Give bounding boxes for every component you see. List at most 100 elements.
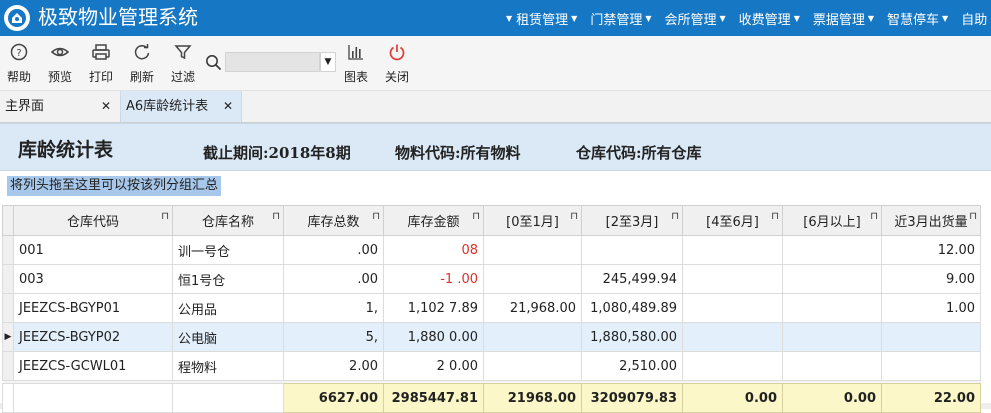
pin-icon[interactable]: ⊓ bbox=[472, 211, 480, 222]
cell-stock-qty: 5, bbox=[283, 322, 384, 352]
pin-icon[interactable]: ⊓ bbox=[969, 211, 977, 222]
pin-icon[interactable]: ⊓ bbox=[870, 211, 878, 222]
cell-age-2-3: 245,499.94 bbox=[581, 264, 683, 294]
chevron-down-icon: ▼ bbox=[571, 13, 578, 23]
cell-age-4-6 bbox=[682, 351, 783, 381]
table-row[interactable]: JEEZCS-BGYP01 公用品 1, 1,102 7.89 21,968.0… bbox=[2, 293, 981, 323]
totals-row: 6627.00 2985447.81 21968.00 3209079.83 0… bbox=[2, 383, 981, 413]
close-icon[interactable]: ✕ bbox=[101, 91, 111, 122]
nav-lease[interactable]: ▼ 租赁管理 ▼ bbox=[506, 9, 581, 28]
cell-age-6-plus bbox=[782, 235, 882, 265]
total-age-6-plus: 0.00 bbox=[782, 383, 882, 413]
report-material: 物料代码:所有物料 bbox=[395, 144, 521, 162]
cell-stock-qty: .00 bbox=[283, 235, 384, 265]
total-shipped-3m: 22.00 bbox=[881, 383, 981, 413]
cell-age-4-6 bbox=[682, 235, 783, 265]
pin-icon[interactable]: ⊓ bbox=[161, 211, 169, 222]
total-stock-qty: 6627.00 bbox=[283, 383, 384, 413]
cell-age-0-1 bbox=[483, 235, 582, 265]
report-period: 截止期间:2018年8期 bbox=[203, 144, 351, 162]
nav-access[interactable]: 门禁管理 ▼ bbox=[590, 9, 655, 28]
cell-age-0-1 bbox=[483, 322, 582, 352]
cell-stock-amount: 08 bbox=[383, 235, 484, 265]
caret-icon: ▼ bbox=[506, 13, 513, 23]
table-row[interactable]: 003 恒1号仓 .00 -1 .00 245,499.94 9.00 bbox=[2, 264, 981, 294]
close-icon[interactable]: ✕ bbox=[223, 91, 233, 122]
cell-age-6-plus bbox=[782, 264, 882, 294]
cell-stock-amount: -1 .00 bbox=[383, 264, 484, 294]
cell-age-6-plus bbox=[782, 351, 882, 381]
table-row-selected[interactable]: ▶ JEEZCS-BGYP02 公电脑 5, 1,880 0.00 1,880,… bbox=[2, 322, 981, 352]
cell-age-2-3: 1,880,580.00 bbox=[581, 322, 683, 352]
cell-warehouse-code: 003 bbox=[13, 264, 173, 294]
svg-text:?: ? bbox=[16, 48, 21, 59]
column-header[interactable]: [6月以上] ⊓ bbox=[782, 205, 882, 236]
cell-warehouse-code: 001 bbox=[13, 235, 173, 265]
total-age-2-3: 3209079.83 bbox=[581, 383, 683, 413]
tab-home[interactable]: 主界面 ✕ bbox=[0, 91, 120, 122]
cell-stock-qty: 2.00 bbox=[283, 351, 384, 381]
chart-button[interactable]: 图表 bbox=[338, 42, 374, 85]
cell-shipped-3m bbox=[881, 351, 981, 381]
cell-warehouse-name: 公用品 bbox=[172, 293, 284, 323]
pin-icon[interactable]: ⊓ bbox=[771, 211, 779, 222]
refresh-icon bbox=[134, 44, 150, 60]
print-button[interactable]: 打印 bbox=[83, 42, 119, 85]
pin-icon[interactable]: ⊓ bbox=[671, 211, 679, 222]
column-header[interactable]: 仓库名称 ⊓ bbox=[172, 205, 284, 236]
group-by-area[interactable]: 将列头拖至这里可以按该列分组汇总 bbox=[0, 171, 991, 201]
cell-stock-amount: 2 0.00 bbox=[383, 351, 484, 381]
tab-bar: 主界面 ✕ A6库龄统计表 ✕ bbox=[0, 91, 991, 123]
chevron-down-icon: ▼ bbox=[645, 13, 652, 23]
row-indicator bbox=[2, 235, 14, 265]
help-button[interactable]: ? 帮助 bbox=[1, 42, 37, 85]
column-header[interactable]: 近3月出货量 ⊓ bbox=[881, 205, 981, 236]
pin-icon[interactable]: ⊓ bbox=[372, 211, 380, 222]
app-header: 极致物业管理系统 ▼ 租赁管理 ▼ 门禁管理 ▼ 会所管理 ▼ 收费管理 ▼ 票据管理 ▼ … bbox=[0, 0, 991, 36]
nav-parking[interactable]: 智慧停车 ▼ bbox=[887, 9, 952, 28]
nav-invoices[interactable]: 票据管理 ▼ bbox=[813, 9, 878, 28]
tab-stock-age-report[interactable]: A6库龄统计表 ✕ bbox=[120, 91, 242, 122]
column-header[interactable]: 仓库代码 ⊓ bbox=[13, 205, 173, 236]
report-title: 库龄统计表 bbox=[18, 139, 114, 161]
cell-warehouse-name: 恒1号仓 bbox=[172, 264, 284, 294]
cell-shipped-3m: 12.00 bbox=[881, 235, 981, 265]
search-dropdown-button[interactable]: ▼ bbox=[320, 52, 336, 72]
filter-button[interactable]: 过滤 bbox=[165, 42, 201, 85]
printer-icon bbox=[92, 44, 110, 60]
cell-age-0-1 bbox=[483, 264, 582, 294]
grid-header-row: 仓库代码 ⊓ 仓库名称 ⊓ 库存总数 ⊓ 库存金额 ⊓ [0至1月] ⊓ [2至3月] ⊓ … bbox=[2, 205, 981, 236]
row-indicator-header bbox=[2, 205, 14, 236]
preview-button[interactable]: 预览 bbox=[42, 42, 78, 85]
cell-age-6-plus bbox=[782, 322, 882, 352]
table-row[interactable]: JEEZCS-GCWL01 程物料 2.00 2 0.00 2,510.00 bbox=[2, 351, 981, 381]
cell-age-2-3 bbox=[581, 235, 683, 265]
cell-shipped-3m bbox=[881, 322, 981, 352]
total-stock-amount: 2985447.81 bbox=[383, 383, 484, 413]
cell-warehouse-code: JEEZCS-BGYP01 bbox=[13, 293, 173, 323]
nav-self-service[interactable]: 自助 bbox=[961, 9, 987, 28]
nav-charges[interactable]: 收费管理 ▼ bbox=[739, 9, 804, 28]
refresh-button[interactable]: 刷新 bbox=[124, 42, 160, 85]
nav-club[interactable]: 会所管理 ▼ bbox=[665, 9, 730, 28]
column-header[interactable]: 库存总数 ⊓ bbox=[283, 205, 384, 236]
pin-icon[interactable]: ⊓ bbox=[272, 211, 280, 222]
row-indicator bbox=[2, 293, 14, 323]
column-header[interactable]: 库存金额 ⊓ bbox=[383, 205, 484, 236]
close-button[interactable]: 关闭 bbox=[379, 42, 415, 85]
cell-warehouse-code: JEEZCS-GCWL01 bbox=[13, 351, 173, 381]
pin-icon[interactable]: ⊓ bbox=[570, 211, 578, 222]
report-header: 库龄统计表 截止期间:2018年8期 物料代码:所有物料 仓库代码:所有仓库 bbox=[0, 123, 991, 171]
search-input[interactable] bbox=[225, 52, 320, 72]
row-pointer-icon: ▶ bbox=[2, 322, 14, 352]
column-header[interactable]: [2至3月] ⊓ bbox=[581, 205, 683, 236]
cell-age-2-3: 2,510.00 bbox=[581, 351, 683, 381]
cell-stock-amount: 1,102 7.89 bbox=[383, 293, 484, 323]
column-header[interactable]: [0至1月] ⊓ bbox=[483, 205, 582, 236]
chevron-down-icon: ▼ bbox=[942, 13, 949, 23]
table-row[interactable]: 001 训一号仓 .00 08 12.00 bbox=[2, 235, 981, 265]
report-warehouse: 仓库代码:所有仓库 bbox=[576, 144, 702, 162]
cell-warehouse-name: 程物料 bbox=[172, 351, 284, 381]
column-header[interactable]: [4至6月] ⊓ bbox=[682, 205, 783, 236]
cell-stock-qty: 1, bbox=[283, 293, 384, 323]
